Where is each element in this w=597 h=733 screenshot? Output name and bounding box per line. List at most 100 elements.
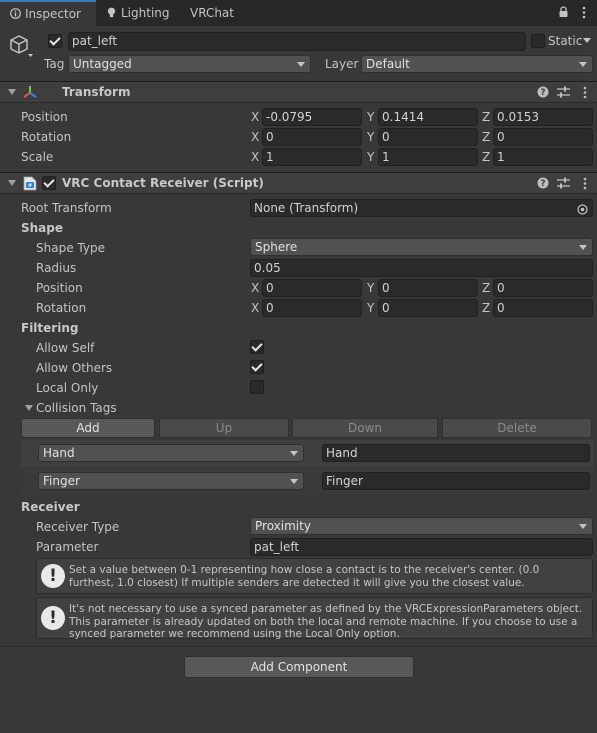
transform-position-z-field[interactable]: 0.0153 xyxy=(493,108,593,126)
layer-value: Default xyxy=(366,57,410,71)
filtering-section-heading: Filtering xyxy=(21,321,79,335)
transform-position-label: Position xyxy=(21,110,68,124)
collision-tags-label[interactable]: Collision Tags xyxy=(36,399,117,417)
contact-receiver-header[interactable]: # VRC Contact Receiver (Script) ? xyxy=(0,172,597,194)
presets-sliders-icon[interactable] xyxy=(557,86,570,98)
kebab-menu-icon[interactable] xyxy=(579,6,589,19)
shape-type-value: Sphere xyxy=(255,240,298,254)
svg-text:?: ? xyxy=(540,88,545,98)
allow-others-checkbox[interactable] xyxy=(250,360,264,374)
shape-position-y-field[interactable]: 0 xyxy=(378,279,478,297)
axis-y-label[interactable]: Y xyxy=(367,299,374,317)
shape-position-x-field[interactable]: 0 xyxy=(262,279,362,297)
gameobject-cube-icon[interactable] xyxy=(8,33,34,59)
warning-icon xyxy=(41,564,65,588)
script-file-icon: # xyxy=(23,176,37,191)
foldout-arrow-icon[interactable] xyxy=(8,89,16,95)
transform-rotation-z-field[interactable]: 0 xyxy=(493,128,593,146)
transform-rotation-y-field[interactable]: 0 xyxy=(378,128,478,146)
transform-scale-x-field[interactable]: 1 xyxy=(262,148,362,166)
add-component-button[interactable]: Add Component xyxy=(184,656,414,678)
parameter-field[interactable]: pat_left xyxy=(250,538,593,556)
axis-z-label[interactable]: Z xyxy=(482,128,490,146)
axis-z-label[interactable]: Z xyxy=(482,148,490,166)
tab-inspector[interactable]: Inspector xyxy=(0,0,96,26)
add-tag-button[interactable]: Add xyxy=(21,418,155,438)
static-dropdown-arrow-icon[interactable] xyxy=(583,38,591,43)
transform-axes-icon xyxy=(22,84,38,100)
move-down-button[interactable]: Down xyxy=(292,418,438,438)
axis-x-label[interactable]: X xyxy=(251,279,259,297)
component-menu-icon[interactable] xyxy=(580,177,590,190)
shape-rotation-z-field[interactable]: 0 xyxy=(493,299,593,317)
shape-position-z-field[interactable]: 0 xyxy=(493,279,593,297)
transform-scale-y-field[interactable]: 1 xyxy=(378,148,478,166)
shape-rotation-y-field[interactable]: 0 xyxy=(378,299,478,317)
root-transform-object-field[interactable]: None (Transform) xyxy=(250,199,593,217)
chevron-down-icon xyxy=(579,524,587,529)
allow-self-label: Allow Self xyxy=(36,341,95,355)
help-box-proximity: Set a value between 0-1 representing how… xyxy=(36,558,593,594)
shape-rotation-x-field[interactable]: 0 xyxy=(262,299,362,317)
shape-section-heading: Shape xyxy=(21,221,64,235)
presets-sliders-icon[interactable] xyxy=(557,177,570,189)
local-only-checkbox[interactable] xyxy=(250,380,264,394)
chevron-down-icon xyxy=(579,62,587,67)
tab-vrchat-sdk[interactable]: VRChat SDK xyxy=(180,0,270,46)
object-name-field[interactable]: pat_left xyxy=(68,32,526,51)
lock-icon[interactable] xyxy=(558,6,569,18)
allow-self-checkbox[interactable] xyxy=(250,340,264,354)
tab-bar: Inspector Lighting VRChat SDK xyxy=(0,0,597,46)
delete-tag-button[interactable]: Delete xyxy=(442,418,592,438)
tag-dropdown[interactable]: Untagged xyxy=(68,55,311,73)
tag-value-field[interactable]: Hand xyxy=(322,444,590,462)
axis-y-label[interactable]: Y xyxy=(367,148,374,166)
axis-x-label[interactable]: X xyxy=(251,108,259,126)
tag-preset-dropdown[interactable]: Hand xyxy=(38,444,304,462)
move-up-button[interactable]: Up xyxy=(159,418,289,438)
transform-rotation-x-field[interactable]: 0 xyxy=(262,128,362,146)
divider xyxy=(0,646,597,647)
axis-z-label[interactable]: Z xyxy=(482,108,490,126)
tab-lighting[interactable]: Lighting xyxy=(96,0,180,26)
axis-y-label[interactable]: Y xyxy=(367,128,374,146)
layer-label: Layer xyxy=(325,57,359,71)
help-icon[interactable]: ? xyxy=(537,177,549,189)
tab-lighting-label: Lighting xyxy=(121,6,170,20)
foldout-arrow-icon[interactable] xyxy=(8,180,16,186)
component-menu-icon[interactable] xyxy=(580,86,590,99)
lightbulb-icon xyxy=(106,1,117,18)
help-box-sync: It's not necessary to use a synced param… xyxy=(36,597,593,640)
tag-preset-value: Hand xyxy=(43,446,75,460)
chevron-down-icon xyxy=(290,451,298,456)
axis-z-label[interactable]: Z xyxy=(482,279,490,297)
axis-x-label[interactable]: X xyxy=(251,128,259,146)
axis-z-label[interactable]: Z xyxy=(482,299,490,317)
info-icon xyxy=(10,3,21,19)
component-enabled-checkbox[interactable] xyxy=(42,176,56,190)
receiver-type-dropdown[interactable]: Proximity xyxy=(250,517,593,535)
help-icon[interactable]: ? xyxy=(537,86,549,98)
root-transform-value: None (Transform) xyxy=(254,201,359,215)
radius-field[interactable]: 0.05 xyxy=(250,259,593,277)
receiver-type-value: Proximity xyxy=(255,519,311,533)
axis-y-label[interactable]: Y xyxy=(367,108,374,126)
transform-header[interactable]: Transform ? xyxy=(0,81,597,103)
chevron-down-icon xyxy=(579,245,587,250)
axis-y-label[interactable]: Y xyxy=(367,279,374,297)
shape-type-dropdown[interactable]: Sphere xyxy=(250,238,593,256)
chevron-down-icon xyxy=(297,62,305,67)
transform-position-x-field[interactable]: -0.0795 xyxy=(262,108,362,126)
active-toggle-checkbox[interactable] xyxy=(48,34,62,48)
object-picker-icon[interactable] xyxy=(577,203,588,215)
axis-x-label[interactable]: X xyxy=(251,299,259,317)
tag-preset-dropdown[interactable]: Finger xyxy=(38,472,304,490)
transform-position-y-field[interactable]: 0.1414 xyxy=(378,108,478,126)
transform-scale-z-field[interactable]: 1 xyxy=(493,148,593,166)
tag-value-field[interactable]: Finger xyxy=(322,472,590,490)
collision-tags-foldout-icon[interactable] xyxy=(25,405,33,411)
axis-x-label[interactable]: X xyxy=(251,148,259,166)
layer-dropdown[interactable]: Default xyxy=(361,55,593,73)
tag-preset-value: Finger xyxy=(43,474,80,488)
static-checkbox[interactable] xyxy=(531,34,545,48)
